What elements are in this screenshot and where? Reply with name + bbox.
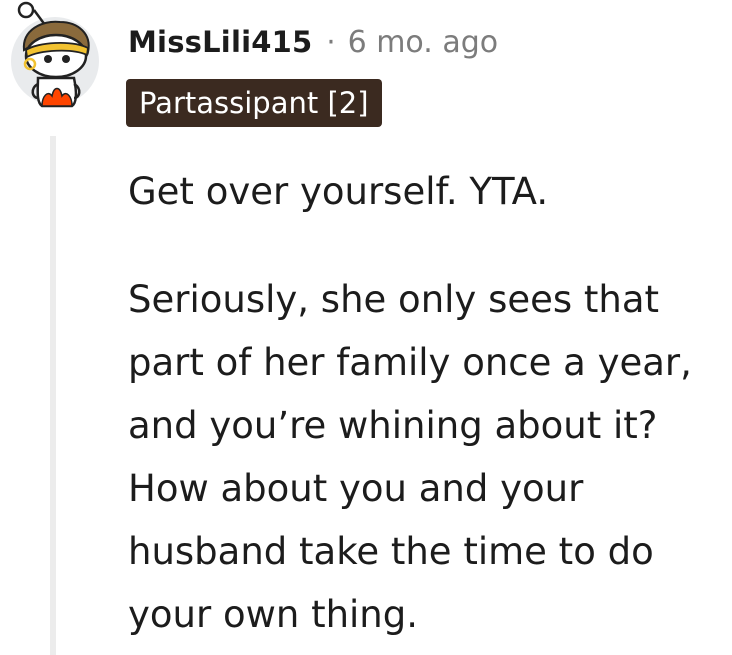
- comment: MissLili415 · 6 mo. ago Partassipant [2]…: [0, 0, 732, 655]
- username-link[interactable]: MissLili415: [128, 25, 312, 59]
- comment-paragraph: Seriously, she only sees that part of he…: [128, 278, 692, 636]
- user-avatar[interactable]: [8, 0, 102, 112]
- thread-line[interactable]: [50, 136, 56, 655]
- timestamp[interactable]: 6 mo. ago: [348, 25, 499, 60]
- meta-separator: ·: [326, 25, 336, 59]
- comment-header: MissLili415 · 6 mo. ago: [128, 19, 498, 65]
- comment-paragraph: Get over yourself. YTA.: [128, 170, 549, 213]
- user-flair-badge: Partassipant [2]: [126, 79, 382, 127]
- comment-body: Get over yourself. YTA. Seriously, she o…: [128, 160, 728, 646]
- reddit-snoo-avatar-icon: [11, 1, 99, 108]
